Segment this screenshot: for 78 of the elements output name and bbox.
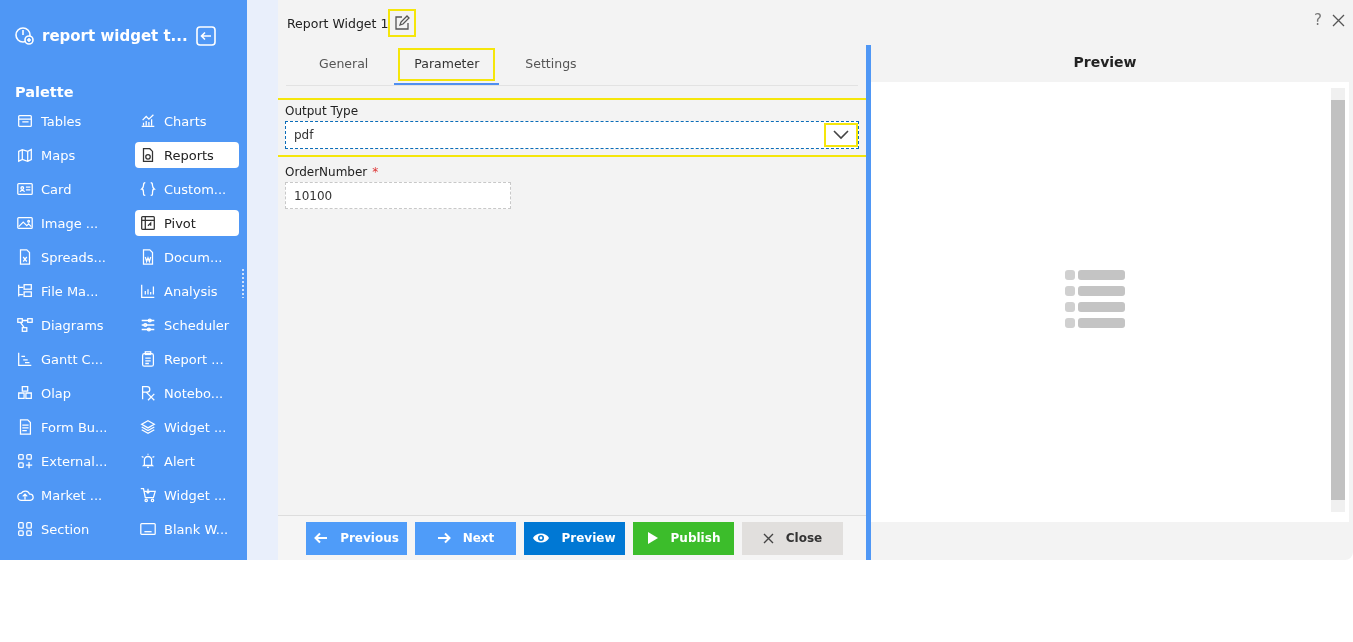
- help-button[interactable]: ?: [1314, 11, 1322, 29]
- apps-plus-icon: [16, 452, 34, 470]
- palette-item[interactable]: Spreads...: [12, 244, 132, 270]
- preview-button[interactable]: Preview: [524, 521, 625, 555]
- field-label: Output Type: [285, 104, 359, 118]
- eye-icon: [533, 531, 550, 545]
- close-icon[interactable]: [1332, 13, 1345, 27]
- palette-item[interactable]: File Ma...: [12, 278, 132, 304]
- collapse-icon[interactable]: [195, 25, 217, 47]
- palette-item[interactable]: Docum...: [135, 244, 239, 270]
- palette-item[interactable]: Form Bu...: [12, 414, 132, 440]
- palette-item[interactable]: Maps: [12, 142, 132, 168]
- palette-item[interactable]: External...: [12, 448, 132, 474]
- widget-add-icon: [14, 25, 36, 47]
- blank-widget-icon: [139, 520, 157, 538]
- clipboard-icon: [139, 350, 157, 368]
- palette-item[interactable]: Blank W...: [135, 516, 239, 542]
- chart-icon: [139, 112, 157, 130]
- sliders-icon: [139, 316, 157, 334]
- preview-title: Preview: [1072, 53, 1138, 72]
- palette-item[interactable]: Section: [12, 516, 132, 542]
- table-icon: [16, 112, 34, 130]
- play-icon: [646, 531, 659, 545]
- close-icon: [762, 532, 774, 544]
- section-icon: [16, 520, 34, 538]
- tab[interactable]: Parameter: [394, 44, 500, 85]
- palette-item[interactable]: Widget ...: [135, 414, 239, 440]
- folders-icon: [16, 282, 34, 300]
- prescription-icon: [139, 384, 157, 402]
- braces-icon: [139, 180, 157, 198]
- dialog-title: Report Widget 1: [287, 15, 389, 31]
- layers-icon: [139, 418, 157, 436]
- pivot-icon: [139, 214, 157, 232]
- palette-item[interactable]: Custom...: [135, 176, 239, 202]
- map-icon: [16, 146, 34, 164]
- cart-icon: [139, 486, 157, 504]
- edit-icon[interactable]: [390, 11, 415, 35]
- tab[interactable]: Settings: [505, 44, 597, 85]
- gantt-icon: [16, 350, 34, 368]
- palette-item[interactable]: Diagrams: [12, 312, 132, 338]
- close-button[interactable]: Close: [742, 521, 843, 555]
- widget-title: report widget t...: [42, 27, 189, 45]
- bell-icon: [139, 452, 157, 470]
- image-icon: [16, 214, 34, 232]
- palette-item[interactable]: Card: [12, 176, 132, 202]
- output-type-dropdown[interactable]: pdf: [285, 121, 859, 149]
- palette-item[interactable]: Notebo...: [135, 380, 239, 406]
- palette-item[interactable]: Image ...: [12, 210, 132, 236]
- palette-item[interactable]: Gantt C...: [12, 346, 132, 372]
- publish-button[interactable]: Publish: [633, 521, 734, 555]
- analysis-icon: [139, 282, 157, 300]
- tab[interactable]: General: [299, 44, 389, 85]
- palette-item[interactable]: Charts: [135, 108, 239, 134]
- scrollbar[interactable]: [1331, 88, 1345, 512]
- next-button[interactable]: Next: [415, 521, 516, 555]
- palette-item[interactable]: Tables: [12, 108, 132, 134]
- card-icon: [16, 180, 34, 198]
- field-label: OrderNumber: [285, 165, 368, 179]
- arrow-left-icon: [314, 531, 329, 545]
- palette-item[interactable]: Scheduler: [135, 312, 239, 338]
- palette-heading: Palette: [15, 84, 75, 100]
- palette-item[interactable]: Reports: [135, 142, 239, 168]
- arrow-right-icon: [436, 531, 451, 545]
- required-mark: *: [372, 165, 379, 179]
- palette-item[interactable]: Widget ...: [135, 482, 239, 508]
- palette-item[interactable]: Alert: [135, 448, 239, 474]
- palette-item[interactable]: Market ...: [12, 482, 132, 508]
- palette-item[interactable]: Analysis: [135, 278, 239, 304]
- palette-item[interactable]: Report ...: [135, 346, 239, 372]
- diagram-icon: [16, 316, 34, 334]
- palette-item[interactable]: Olap: [12, 380, 132, 406]
- palette-item[interactable]: Pivot: [135, 210, 239, 236]
- resize-handle[interactable]: [241, 268, 245, 298]
- previous-button[interactable]: Previous: [306, 521, 407, 555]
- chevron-down-icon[interactable]: [826, 125, 856, 145]
- list-placeholder-icon: [1065, 270, 1125, 328]
- order-number-field[interactable]: 10100: [285, 182, 511, 209]
- cubes-icon: [16, 384, 34, 402]
